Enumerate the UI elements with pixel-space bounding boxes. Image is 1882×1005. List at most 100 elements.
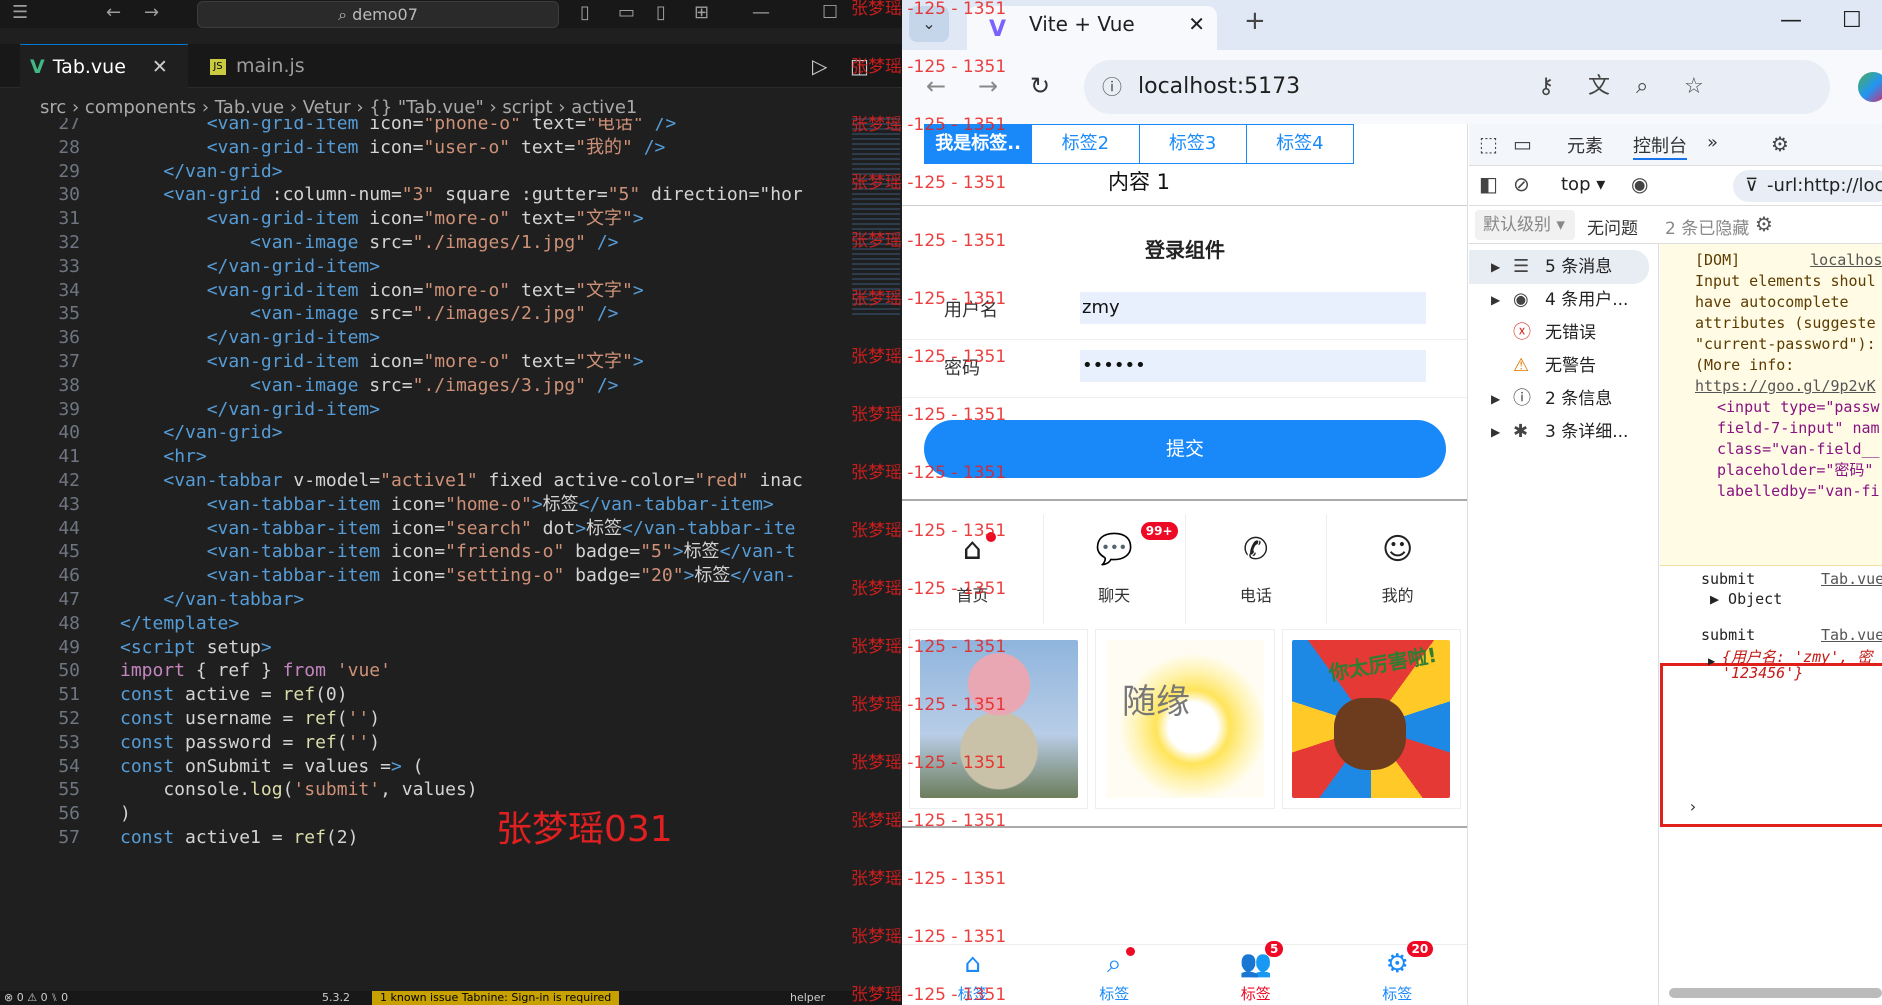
warning-node: placeholder="密码" <box>1717 461 1874 479</box>
log-source-link[interactable]: Tab.vue <box>1821 626 1882 644</box>
console-output[interactable]: [DOM] localhost Input elements shoul have a… <box>1660 244 1882 1005</box>
filter-type-icon: ⓘ <box>1513 388 1531 409</box>
submit-button[interactable]: 提交 <box>924 420 1446 478</box>
live-expression-icon[interactable]: ◉ <box>1631 172 1648 196</box>
reload-icon[interactable]: ↻ <box>1030 72 1050 100</box>
console-filter-item[interactable]: ▶ ✱ 3 条详细... <box>1469 415 1659 449</box>
toggle-panel-icon[interactable]: ▭ <box>618 2 635 23</box>
tab-main-js[interactable]: JS main.js <box>200 44 370 88</box>
grid-item-chat[interactable]: 💬 99+ 聊天 <box>1044 514 1186 624</box>
split-editor-icon[interactable]: ◫ <box>850 54 869 78</box>
grid-item-image-3[interactable]: 你太厉害啦! <box>1281 629 1461 809</box>
command-center-search[interactable]: ⌕ demo07 <box>197 1 559 28</box>
forward-arrow-icon[interactable]: → <box>144 2 159 23</box>
grid-item-image-2[interactable]: 随缘 <box>1095 629 1275 809</box>
warning-source-link[interactable]: localhost <box>1810 251 1882 269</box>
maximize-icon[interactable]: ☐ <box>822 2 838 23</box>
console-filter-item[interactable]: ⚠ 无警告 <box>1469 349 1659 383</box>
maximize-icon[interactable]: ☐ <box>1842 8 1862 33</box>
issues-label[interactable]: 无问题 <box>1587 214 1638 239</box>
tab-search-icon[interactable]: ⌄ <box>909 6 949 42</box>
grid-item-user[interactable]: ☺ 我的 <box>1327 514 1467 624</box>
layout-icon[interactable]: ⊞ <box>694 2 709 23</box>
phone-icon: ✆ <box>1243 532 1269 567</box>
bookmark-star-icon[interactable]: ☆ <box>1684 60 1704 114</box>
warning-info-link[interactable]: https://goo.gl/9p2vK <box>1695 376 1882 397</box>
close-tab-icon[interactable]: ✕ <box>1188 6 1205 42</box>
settings-gear-icon[interactable]: ⚙ <box>1771 132 1789 156</box>
console-filter-item[interactable]: ▶ ⓘ 2 条信息 <box>1469 382 1659 416</box>
new-tab-button[interactable]: + <box>1244 6 1266 36</box>
expand-arrow-icon[interactable]: ▶ <box>1491 382 1500 416</box>
horizontal-scrollbar[interactable] <box>1669 988 1882 998</box>
helper-label[interactable]: helper <box>790 991 825 1005</box>
log-entry[interactable]: submit Tab.vue <box>1701 570 1882 588</box>
back-arrow-icon[interactable]: ← <box>106 2 121 23</box>
code-text: </van-grid> <box>163 422 283 444</box>
minimap[interactable] <box>852 118 900 318</box>
minimize-icon[interactable]: — <box>752 2 770 23</box>
tab-label: Tab.vue <box>52 56 126 78</box>
tab-console[interactable]: 控制台 <box>1633 132 1687 160</box>
back-icon[interactable]: ← <box>926 72 946 100</box>
console-filter-item[interactable]: ⓧ 无错误 <box>1469 316 1659 350</box>
expand-arrow-icon[interactable]: ▶ <box>1708 654 1715 668</box>
tab-4[interactable]: 标签4 <box>1247 125 1353 163</box>
grid-item-home[interactable]: ⌂ 首页 <box>902 514 1044 624</box>
log-detail[interactable]: ▶ Object <box>1710 590 1782 608</box>
console-toolbar: ◧ ⊘ top ▾ ◉ ⊽ -url:http://loca <box>1469 166 1882 206</box>
tab-2[interactable]: 标签2 <box>1032 125 1140 163</box>
site-info-icon[interactable]: ⓘ <box>1102 60 1122 114</box>
filter-input[interactable]: ⊽ -url:http://loca <box>1733 170 1882 202</box>
forward-icon[interactable]: → <box>978 72 998 100</box>
tabbar-item-home[interactable]: ⌂ 标签 <box>902 945 1044 1005</box>
translate-icon[interactable]: 文 <box>1588 60 1610 114</box>
tab-3[interactable]: 标签3 <box>1140 125 1247 163</box>
chestnut-shape <box>1334 698 1407 770</box>
console-settings-icon[interactable]: ⚙ <box>1755 212 1773 236</box>
code-line[interactable]: 57 const active1 = ref(2) <box>0 824 840 852</box>
context-select[interactable]: top ▾ <box>1561 174 1605 195</box>
close-tab-icon[interactable]: ✕ <box>152 56 168 78</box>
browser-tab[interactable]: V Vite + Vue ✕ <box>967 6 1217 50</box>
run-icon[interactable]: ▷ <box>812 54 827 78</box>
password-key-icon[interactable]: ⚷ <box>1538 60 1554 114</box>
inspect-icon[interactable]: ⬚ <box>1479 132 1498 156</box>
duck-image <box>919 640 1078 798</box>
console-filter-item[interactable]: ▶ ◉ 4 条用户... <box>1469 283 1659 317</box>
log-source-link[interactable]: Tab.vue <box>1821 570 1882 588</box>
address-bar[interactable]: ⓘ localhost:5173 ⚷ 文 ⌕ ☆ <box>1084 60 1830 114</box>
tabbar-item-setting[interactable]: ⚙ 20 标签 <box>1327 941 1468 1005</box>
console-prompt[interactable]: › <box>1688 797 1698 816</box>
minimize-icon[interactable]: — <box>1780 8 1802 33</box>
profile-avatar[interactable] <box>1858 72 1882 102</box>
tab-elements[interactable]: 元素 <box>1567 132 1603 158</box>
known-issue-badge[interactable]: 1 known issue Tabnine: Sign-in is requir… <box>372 991 620 1005</box>
device-toggle-icon[interactable]: ▭ <box>1513 132 1532 156</box>
problems-count[interactable]: ⊗ 0 ⚠ 0 ⑊ 0 <box>4 991 68 1005</box>
grid-item-image-1[interactable] <box>909 629 1089 809</box>
console-filter-item[interactable]: ▶ ☰ 5 条消息 <box>1469 250 1649 284</box>
toggle-secondary-sidebar-icon[interactable]: ▯ <box>656 2 666 23</box>
tabbar-item-friends[interactable]: 👥 5 标签 <box>1185 941 1327 1005</box>
log-level-select[interactable]: 默认级别 ▾ <box>1475 210 1575 240</box>
vue-file-icon: V <box>30 56 45 78</box>
more-tabs-icon[interactable]: » <box>1707 132 1718 153</box>
code-editor[interactable]: 27 <van-grid-item icon="phone-o" text="电… <box>0 118 840 988</box>
version-label[interactable]: 5.3.2 <box>322 991 350 1005</box>
clear-console-icon[interactable]: ⊘ <box>1513 172 1530 196</box>
password-input[interactable]: •••••• <box>1080 350 1426 382</box>
log-entry[interactable]: submit Tab.vue <box>1701 626 1882 644</box>
expand-arrow-icon[interactable]: ▶ <box>1491 283 1500 317</box>
toggle-sidebar-icon[interactable]: ▯ <box>580 2 590 23</box>
zoom-icon[interactable]: ⌕ <box>1636 60 1648 114</box>
expand-arrow-icon[interactable]: ▶ <box>1491 250 1500 284</box>
tab-tab-vue[interactable]: V Tab.vue ✕ <box>20 44 188 88</box>
tabbar-item-search[interactable]: ⌕ 标签 <box>1044 945 1186 1005</box>
expand-arrow-icon[interactable]: ▶ <box>1491 415 1500 449</box>
sidebar-toggle-icon[interactable]: ◧ <box>1479 172 1498 196</box>
tab-1[interactable]: 我是标签.. <box>925 125 1033 163</box>
username-input[interactable]: zmy <box>1080 292 1426 324</box>
menu-icon[interactable]: ☰ <box>12 2 28 23</box>
grid-item-phone[interactable]: ✆ 电话 <box>1186 514 1328 624</box>
